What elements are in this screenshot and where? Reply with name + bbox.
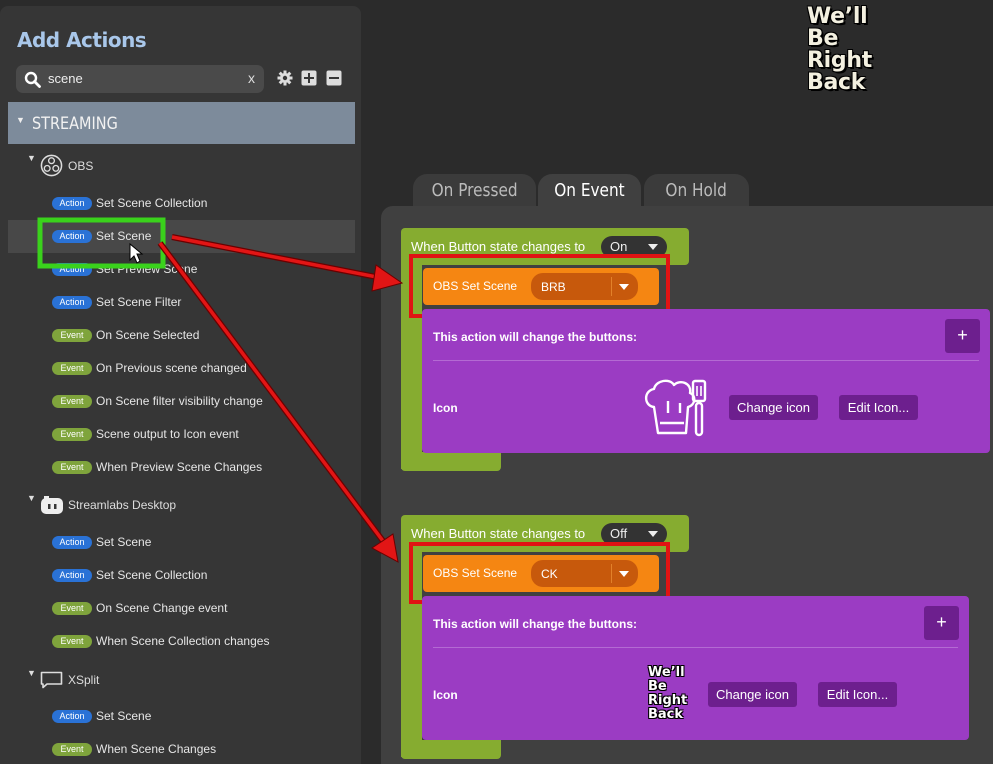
list-item-selected[interactable]: Action Set Scene xyxy=(8,220,355,253)
change-buttons-block[interactable]: This action will change the buttons: + I… xyxy=(422,309,990,453)
type-pill: Action xyxy=(52,197,92,210)
search-icon xyxy=(24,71,41,88)
collapse-triangle-icon: ▼ xyxy=(27,153,36,163)
group-xsplit[interactable]: ▼ XSplit xyxy=(27,668,227,694)
group-label: Streamlabs Desktop xyxy=(68,498,177,512)
icon-label: Icon xyxy=(433,401,458,415)
list-item[interactable]: Event On Scene Change event xyxy=(8,592,355,625)
condition-block-foot xyxy=(401,740,501,759)
group-label: XSplit xyxy=(68,673,100,687)
brb-icon-image: We’ll Be Right Back xyxy=(648,665,688,722)
category-streaming[interactable]: ▼ STREAMING xyxy=(8,102,355,144)
streamlabs-logo-icon xyxy=(41,496,63,514)
collapse-triangle-icon: ▼ xyxy=(27,668,36,678)
type-pill: Event xyxy=(52,461,92,474)
button-preview-image: We’ll Be Right Back xyxy=(807,4,872,95)
list-item[interactable]: Event When Scene Collection changes xyxy=(8,625,355,658)
obs-logo-icon xyxy=(40,154,63,177)
type-pill: Event xyxy=(52,635,92,648)
condition-label: When Button state changes to xyxy=(411,239,586,254)
clear-search-button[interactable]: x xyxy=(248,70,255,86)
category-label: STREAMING xyxy=(32,114,118,134)
collapse-triangle-icon: ▼ xyxy=(16,115,25,125)
list-item[interactable]: Action Set Preview Scene xyxy=(8,253,355,286)
list-item[interactable]: Event On Scene Selected xyxy=(8,319,355,352)
list-item[interactable]: Event Scene output to Icon event xyxy=(8,418,355,451)
chevron-down-icon xyxy=(648,531,658,537)
expand-all-icon[interactable] xyxy=(301,70,317,86)
list-item[interactable]: Event On Scene filter visibility change xyxy=(8,385,355,418)
list-item[interactable]: Action Set Scene xyxy=(8,700,355,733)
edit-icon-button[interactable]: Edit Icon... xyxy=(839,395,918,420)
type-pill: Event xyxy=(52,602,92,615)
edit-icon-button[interactable]: Edit Icon... xyxy=(818,682,897,707)
add-actions-panel: Add Actions scene x ▼ STREAMING ▼ OBS Ac… xyxy=(0,6,361,764)
list-item[interactable]: Action Set Scene Collection xyxy=(8,187,355,220)
list-item[interactable]: Event On Previous scene changed xyxy=(8,352,355,385)
collapse-triangle-icon: ▼ xyxy=(27,493,36,503)
type-pill: Action xyxy=(52,296,92,309)
chevron-down-icon xyxy=(648,244,658,250)
type-pill: Action xyxy=(52,569,92,582)
list-item[interactable]: Event When Scene Changes xyxy=(8,733,355,764)
highlight-box xyxy=(409,542,670,604)
divider xyxy=(433,360,979,361)
change-buttons-header: This action will change the buttons: xyxy=(433,617,638,631)
list-item[interactable]: Action Set Scene Collection xyxy=(8,559,355,592)
group-label: OBS xyxy=(68,159,94,173)
tab-on-event[interactable]: On Event xyxy=(538,174,641,210)
list-item[interactable]: Action Set Scene Filter xyxy=(8,286,355,319)
type-pill: Event xyxy=(52,329,92,342)
change-icon-button[interactable]: Change icon xyxy=(729,395,818,420)
type-pill: Event xyxy=(52,743,92,756)
search-input[interactable]: scene x xyxy=(16,65,264,93)
change-icon-button[interactable]: Change icon xyxy=(708,682,797,707)
type-pill: Action xyxy=(52,263,92,276)
search-value: scene xyxy=(48,71,83,86)
type-pill: Event xyxy=(52,395,92,408)
type-pill: Action xyxy=(52,536,92,549)
chef-hat-spatula-icon xyxy=(644,379,707,437)
tab-on-hold[interactable]: On Hold xyxy=(644,174,749,210)
panel-title: Add Actions xyxy=(17,28,147,52)
condition-block-foot xyxy=(401,452,501,471)
icon-label: Icon xyxy=(433,688,458,702)
change-buttons-header: This action will change the buttons: xyxy=(433,330,638,344)
type-pill: Event xyxy=(52,428,92,441)
tab-on-pressed[interactable]: On Pressed xyxy=(413,174,536,210)
type-pill: Action xyxy=(52,230,92,243)
divider xyxy=(433,647,958,648)
type-pill: Action xyxy=(52,710,92,723)
list-item[interactable]: Event When Preview Scene Changes xyxy=(8,451,355,484)
group-obs[interactable]: ▼ OBS xyxy=(27,153,227,179)
type-pill: Event xyxy=(52,362,92,375)
add-change-button[interactable]: + xyxy=(924,606,959,640)
condition-label: When Button state changes to xyxy=(411,526,586,541)
change-buttons-block[interactable]: This action will change the buttons: + I… xyxy=(422,596,969,740)
list-item[interactable]: Action Set Scene xyxy=(8,526,355,559)
add-change-button[interactable]: + xyxy=(945,319,980,353)
collapse-all-icon[interactable] xyxy=(326,70,342,86)
gear-icon[interactable] xyxy=(277,70,293,86)
group-streamlabs[interactable]: ▼ Streamlabs Desktop xyxy=(27,493,247,519)
xsplit-logo-icon xyxy=(40,671,63,689)
